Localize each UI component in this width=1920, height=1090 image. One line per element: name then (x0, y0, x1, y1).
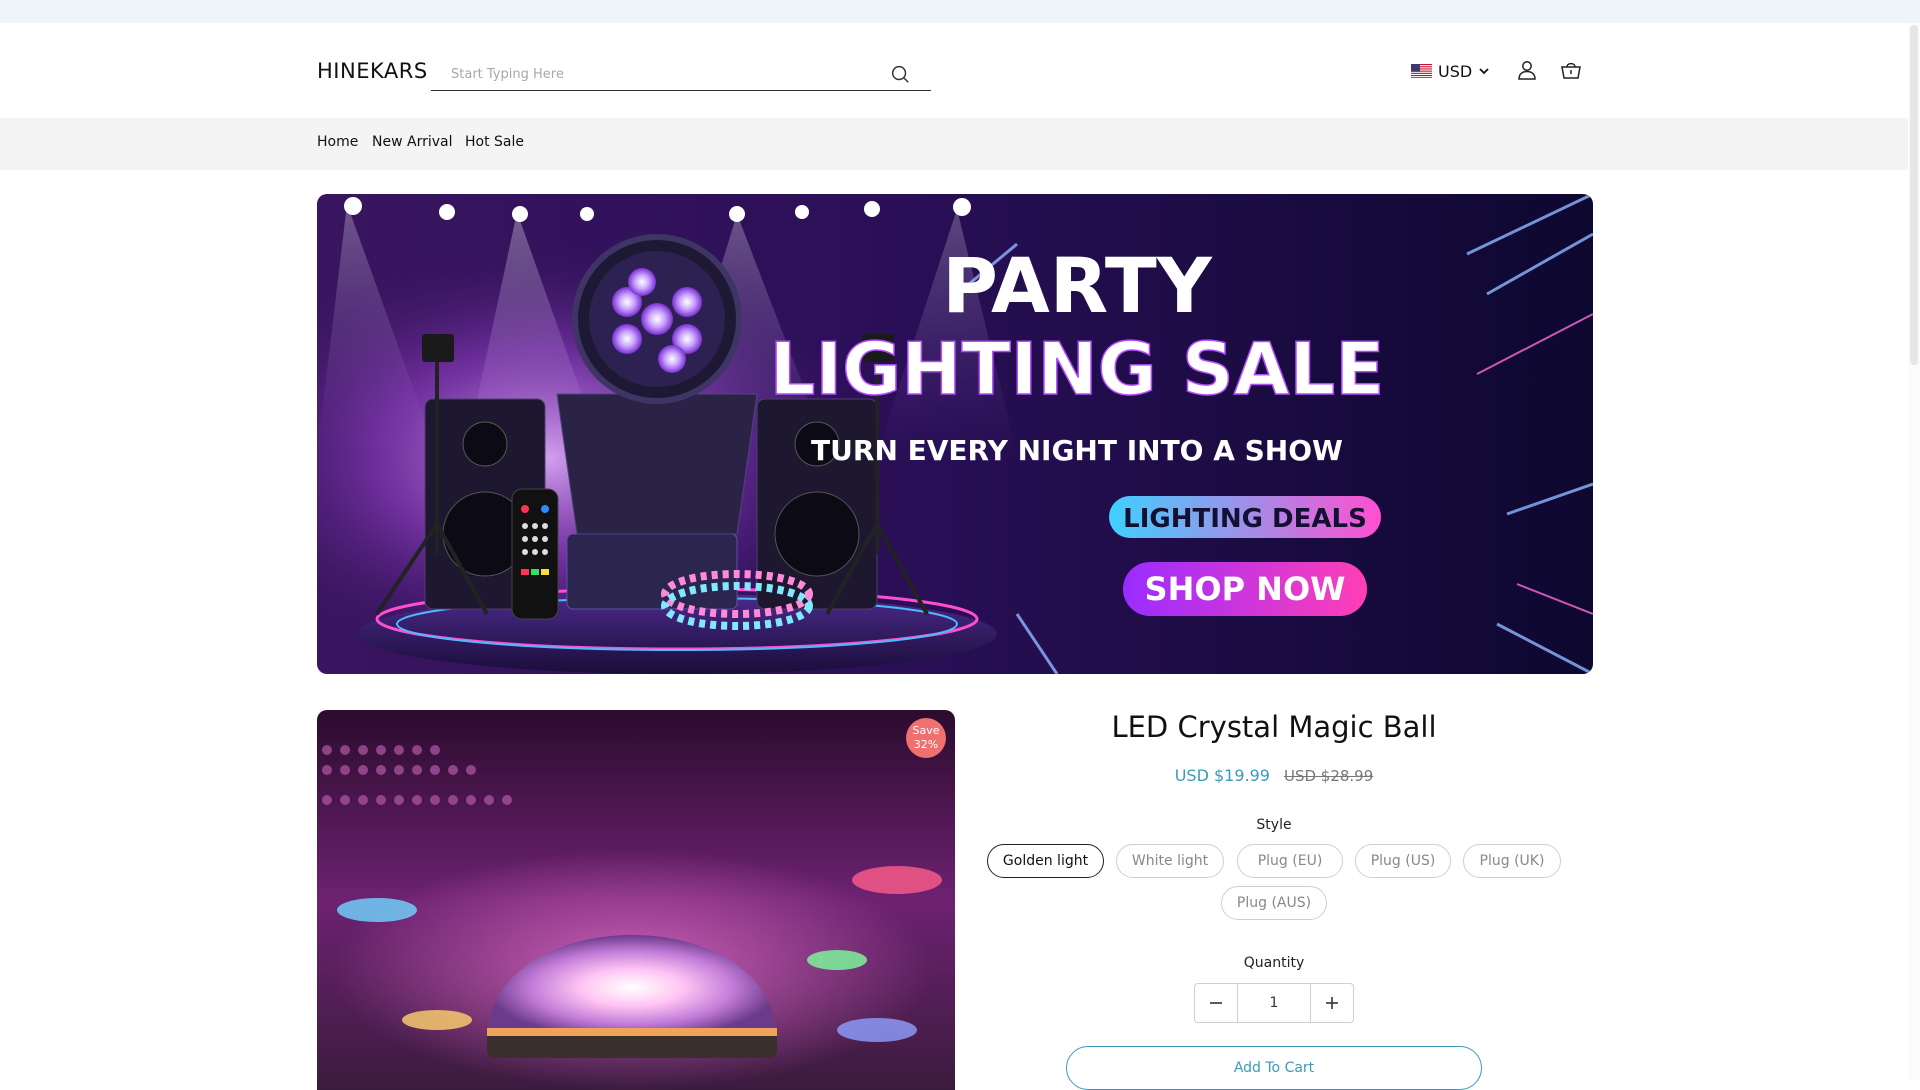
minus-icon (1210, 1002, 1222, 1004)
banner-shop-now: SHOP NOW (1145, 570, 1346, 608)
save-badge: Save 32% (906, 718, 946, 758)
nav-item-new-arrival[interactable]: New Arrival (372, 134, 452, 150)
plus-icon (1326, 997, 1338, 1009)
quantity-label: Quantity (1243, 955, 1305, 971)
nav-item-home[interactable]: Home (317, 134, 358, 150)
quantity-increase-button[interactable] (1311, 984, 1353, 1022)
save-badge-percent: 32% (913, 738, 939, 751)
nav-item-hot-sale[interactable]: Hot Sale (465, 134, 524, 150)
banner-headline-1: PARTY (942, 241, 1212, 330)
product-photo-artwork (317, 710, 955, 1090)
user-icon[interactable] (1515, 58, 1539, 82)
style-option-white-light[interactable]: White light (1116, 844, 1224, 878)
banner-subtitle: TURN EVERY NIGHT INTO A SHOW (811, 434, 1343, 467)
style-label: Style (1256, 817, 1292, 833)
currency-selector[interactable]: USD (1411, 59, 1490, 83)
price-compare: USD $28.99 (1283, 767, 1374, 785)
currency-label: USD (1438, 61, 1473, 81)
announcement-strip (0, 0, 1920, 23)
store-logo[interactable]: HINEKARS (317, 59, 428, 83)
style-option-plug-aus[interactable]: Plug (AUS) (1221, 886, 1327, 920)
scrollbar-thumb[interactable] (1910, 25, 1918, 365)
style-option-plug-eu[interactable]: Plug (EU) (1237, 844, 1343, 878)
price-current: USD $19.99 (1174, 766, 1270, 785)
quantity-stepper: 1 (1194, 983, 1354, 1023)
promo-banner[interactable]: PARTY LIGHTING SALE TURN EVERY NIGHT INT… (317, 194, 1593, 674)
save-badge-label: Save (912, 724, 940, 737)
style-option-plug-us[interactable]: Plug (US) (1355, 844, 1451, 878)
banner-artwork: PARTY LIGHTING SALE TURN EVERY NIGHT INT… (317, 194, 1593, 674)
style-option-golden-light[interactable]: Golden light (987, 844, 1104, 878)
style-option-plug-uk[interactable]: Plug (UK) (1463, 844, 1561, 878)
main-nav: Home New Arrival Hot Sale (0, 118, 1920, 170)
add-to-cart-button[interactable]: Add To Cart (1066, 1046, 1482, 1090)
us-flag-icon (1411, 64, 1432, 78)
product-image[interactable] (317, 710, 955, 1090)
product-title: LED Crystal Magic Ball (1111, 710, 1437, 744)
quantity-input[interactable]: 1 (1237, 984, 1311, 1022)
quantity-decrease-button[interactable] (1195, 984, 1237, 1022)
site-header: HINEKARS USD (0, 23, 1920, 118)
product-prices: USD $19.99 USD $28.99 (974, 766, 1574, 785)
banner-headline-2: LIGHTING SALE (770, 327, 1385, 411)
search-bar (431, 57, 931, 91)
chevron-down-icon (1479, 68, 1489, 75)
search-input[interactable] (451, 61, 871, 87)
cart-icon[interactable] (1559, 58, 1583, 82)
banner-deals-label: LIGHTING DEALS (1123, 504, 1367, 534)
search-icon[interactable] (889, 63, 911, 85)
